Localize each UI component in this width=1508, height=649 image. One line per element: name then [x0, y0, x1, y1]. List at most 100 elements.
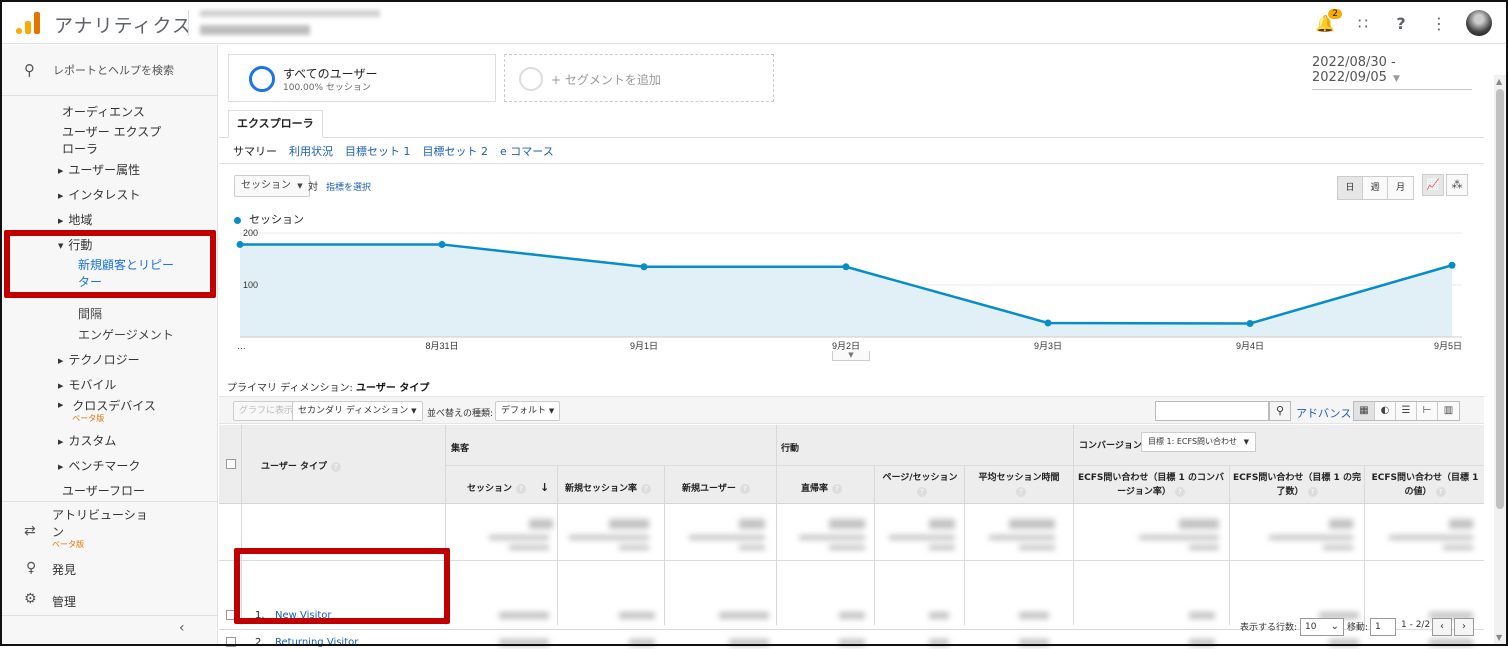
account-selector[interactable] [200, 8, 390, 38]
primary-dimension-value[interactable]: ユーザー タイプ [356, 383, 429, 394]
nav-mobile[interactable]: ▶ モバイル [58, 376, 116, 393]
help-icon[interactable]: ? [1435, 487, 1446, 497]
column-header-new-users[interactable]: 新規ユーザー? [682, 481, 750, 494]
nav-user-explorer[interactable]: ユーザー エクスプ ローラ [62, 123, 161, 157]
help-icon[interactable]: ? [641, 484, 652, 494]
y-tick-label: 200 [243, 228, 258, 238]
motion-chart-icon[interactable]: ⁂ [1446, 174, 1468, 196]
pivot-view-icon[interactable]: ▥ [1438, 402, 1459, 420]
next-page-button[interactable]: › [1454, 618, 1474, 636]
search-input[interactable]: レポートとヘルプを検索 [53, 62, 174, 78]
apps-icon[interactable]: ∷ [1352, 14, 1374, 33]
column-header-sessions[interactable]: セッション? ↓ [467, 481, 549, 494]
scrollbar[interactable]: ▲ ▼ [1494, 75, 1506, 644]
plot-rows-button[interactable]: グラフに表示 [233, 401, 300, 421]
rows-per-page-select[interactable]: 10 ⌄ [1300, 618, 1344, 636]
nav-interests[interactable]: ▶ インタレスト [58, 186, 140, 203]
segment-all-users[interactable]: すべてのユーザー 100.00% セッション [228, 54, 496, 102]
caret-right-icon: ▶ [58, 216, 64, 225]
pie-view-icon[interactable]: ◐ [1375, 402, 1396, 420]
chart-resize-handle[interactable]: ▼ [832, 351, 870, 361]
period-day-button[interactable]: 日 [1338, 177, 1363, 199]
help-icon[interactable]: ? [1390, 14, 1412, 33]
data-point [1246, 319, 1254, 327]
scroll-down-icon[interactable]: ▼ [1496, 633, 1502, 642]
nav-custom[interactable]: ▶ カスタム [58, 432, 116, 449]
column-header-goal1-completions[interactable]: ECFS問い合わせ（目標 1 の完了数）? [1233, 471, 1361, 499]
sidebar: ⚲ レポートとヘルプを検索 オーディエンス ユーザー エクスプ ローラ ▶ ユーザ… [2, 45, 218, 644]
help-icon[interactable]: ? [1307, 487, 1318, 497]
search-icon: ⚲ [24, 61, 35, 79]
period-week-button[interactable]: 週 [1363, 177, 1388, 199]
advanced-filter-link[interactable]: アドバンス [1296, 405, 1351, 421]
caret-right-icon: ▶ [58, 400, 64, 409]
nav-engagement[interactable]: エンゲージメント [78, 326, 174, 343]
subtab-ecommerce[interactable]: e コマース [500, 143, 554, 159]
scroll-up-icon[interactable]: ▲ [1496, 77, 1502, 86]
nav-technology[interactable]: ▶ テクノロジー [58, 351, 140, 368]
analytics-logo-icon[interactable] [16, 12, 42, 34]
subtab-goal-set-1[interactable]: 目標セット 1 [345, 143, 411, 159]
column-header-goal1-value[interactable]: ECFS問い合わせ（目標 1 の値）? [1367, 471, 1483, 499]
nav-demographics[interactable]: ▶ ユーザー属性 [58, 161, 140, 178]
nav-admin[interactable]: 管理 [52, 593, 76, 610]
vs-label: 対 [308, 182, 318, 193]
subtab-goal-set-2[interactable]: 目標セット 2 [423, 143, 489, 159]
help-icon[interactable]: ? [1174, 487, 1185, 497]
nav-attribution[interactable]: アトリビューショ ン ベータ版 [52, 506, 148, 550]
prev-page-button[interactable]: ‹ [1432, 618, 1452, 636]
metric-select[interactable]: セッション ▼ [234, 175, 310, 197]
date-range-picker[interactable]: 2022/08/30 - 2022/09/05 ▼ [1312, 55, 1472, 90]
line-chart-icon[interactable]: 📈 [1422, 174, 1444, 196]
help-icon[interactable]: ? [1016, 487, 1026, 497]
highlight-box [4, 230, 216, 298]
column-header-user-type[interactable]: ユーザー タイプ? [261, 459, 341, 472]
help-icon[interactable]: ? [739, 484, 750, 494]
column-header-pages-per-session[interactable]: ページ/セッション? [879, 471, 961, 499]
select-all-checkbox[interactable] [226, 459, 236, 469]
caret-right-icon: ▶ [58, 437, 64, 446]
add-segment-button[interactable]: + セグメントを追加 [504, 54, 774, 102]
tab-explorer[interactable]: エクスプローラ [228, 110, 323, 138]
caret-right-icon: ▶ [58, 356, 64, 365]
nav-audience[interactable]: オーディエンス [62, 103, 145, 120]
help-icon[interactable]: ? [917, 487, 927, 497]
nav-frequency[interactable]: 間隔 [78, 305, 102, 322]
sort-type-select[interactable]: デフォルト ▼ [495, 401, 561, 421]
performance-view-icon[interactable]: ☰ [1396, 402, 1417, 420]
column-header-goal1-conversion-rate[interactable]: ECFS問い合わせ（目標 1 のコンバージョン率）? [1077, 471, 1225, 499]
row-link-returning-visitor[interactable]: Returning Visitor [275, 637, 358, 648]
bell-icon[interactable]: 🔔 2 [1314, 8, 1342, 33]
goto-input[interactable]: 1 [1370, 618, 1396, 636]
help-icon[interactable]: ? [330, 462, 341, 472]
secondary-dimension-select[interactable]: セカンダリ ディメンション ▼ [292, 401, 423, 421]
collapse-sidebar-button[interactable]: ‹ [179, 620, 185, 636]
nav-geo[interactable]: ▶ 地域 [58, 211, 92, 228]
scrollbar-thumb[interactable] [1496, 89, 1504, 509]
subtab-summary[interactable]: サマリー [233, 143, 277, 159]
search-bar[interactable]: ⚲ レポートとヘルプを検索 [2, 45, 218, 95]
more-vert-icon[interactable]: ⋮ [1428, 14, 1450, 33]
avatar[interactable] [1466, 10, 1492, 36]
goal-select[interactable]: 目標 1: ECFS問い合わせ ▼ [1141, 432, 1256, 452]
comparison-view-icon[interactable]: ⊢ [1417, 402, 1438, 420]
period-month-button[interactable]: 月 [1388, 177, 1413, 199]
segment-percentage: 100.00% セッション [283, 83, 371, 93]
grid-view-icon[interactable]: ▦ [1354, 402, 1375, 420]
nav-cross-device[interactable]: ▶ クロスデバイス ベータ版 [58, 397, 156, 424]
table-search-input[interactable] [1155, 401, 1269, 421]
help-icon[interactable]: ? [832, 484, 843, 494]
help-icon[interactable]: ? [516, 484, 527, 494]
nav-user-flow[interactable]: ユーザーフロー [62, 482, 145, 499]
nav-benchmark[interactable]: ▶ ベンチマーク [58, 457, 140, 474]
chevron-down-icon: ▼ [297, 182, 303, 190]
column-header-new-session-rate[interactable]: 新規セッション率? [565, 481, 652, 494]
divider [2, 615, 218, 616]
select-metric-link[interactable]: 指標を選択 [326, 180, 371, 193]
search-icon[interactable]: ⚲ [1269, 401, 1291, 421]
column-header-bounce-rate[interactable]: 直帰率? [801, 481, 843, 494]
column-header-avg-session-duration[interactable]: 平均セッション時間? [969, 471, 1069, 499]
nav-discover[interactable]: 発見 [52, 561, 76, 578]
app-title[interactable]: アナリティクス [54, 11, 192, 38]
subtab-usage[interactable]: 利用状況 [289, 143, 333, 159]
